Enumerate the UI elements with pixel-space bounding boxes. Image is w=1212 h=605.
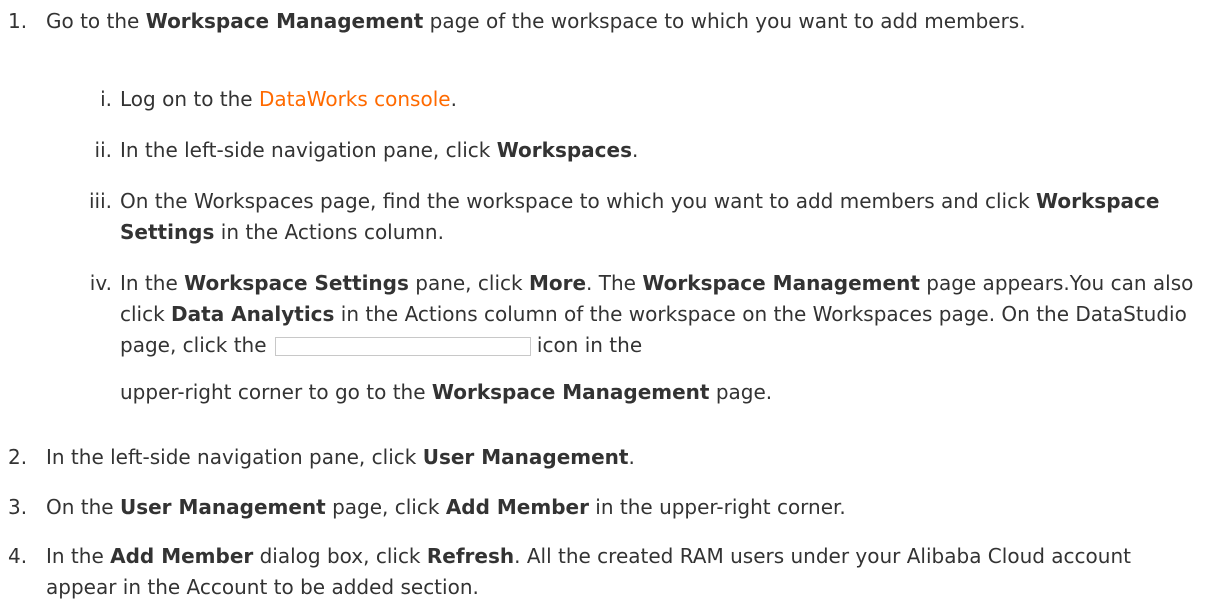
substep-ii: ii. In the left-side navigation pane, cli… (0, 135, 1212, 166)
bold-term: Workspaces (496, 138, 632, 162)
substep-text: In the left-side navigation pane, click (120, 138, 497, 162)
bold-term: Workspace Settings (184, 271, 409, 295)
substep-text: icon in the (536, 333, 643, 357)
step-text: page of the workspace to which you want … (423, 9, 1026, 33)
step-number: 3. (8, 495, 28, 519)
substep-text: page. (709, 380, 773, 404)
substep-text: . The (586, 271, 643, 295)
substep-text: in the Actions column. (214, 220, 444, 244)
settings-icon-placeholder (274, 337, 531, 356)
bold-term: Workspace Management (642, 271, 920, 295)
step-text: In the (46, 544, 111, 568)
step-text: In the left-side navigation pane, click (46, 445, 423, 469)
bold-term: More (528, 271, 587, 295)
bold-term: Add Member (110, 544, 254, 568)
bold-term: Refresh (426, 544, 515, 568)
substep-text: On the Workspaces page, find the workspa… (120, 189, 1037, 213)
substep-number: ii. (94, 138, 112, 162)
bold-term: Add Member (445, 495, 589, 519)
step-4: 4. In the Add Member dialog box, click Re… (0, 541, 1166, 603)
bold-term: Workspace Management (145, 9, 424, 33)
substep-number: iv. (89, 271, 112, 295)
step-text: in the upper-right corner. (588, 495, 846, 519)
step-text: Go to the (46, 9, 146, 33)
bold-term: Data Analytics (171, 302, 335, 326)
substep-number: iii. (88, 189, 112, 213)
substep-text: In the (120, 271, 185, 295)
substep-text: . (450, 87, 457, 111)
step-text: dialog box, click (253, 544, 427, 568)
substep-iv: iv. In the Workspace Settings pane, clic… (0, 268, 1212, 408)
substep-number: i. (100, 87, 112, 111)
step-text: . (628, 445, 635, 469)
bold-term: Workspace Management (431, 380, 710, 404)
substep-text: pane, click (408, 271, 529, 295)
substep-text: upper-right corner to go to the (120, 380, 432, 404)
step-number: 1. (8, 9, 28, 33)
step-number: 2. (8, 445, 28, 469)
step-3: 3. On the User Management page, click Add… (0, 492, 1196, 523)
bold-term: User Management (422, 445, 629, 469)
step-1: 1. Go to the Workspace Management page of… (0, 6, 1196, 37)
step-text: page, click (325, 495, 446, 519)
dataworks-console-link[interactable]: DataWorks console (259, 87, 451, 111)
step-text: On the (46, 495, 120, 519)
step-number: 4. (8, 544, 28, 568)
substep-i: i. Log on to the DataWorks console. (0, 84, 1212, 115)
substep-text: Log on to the (120, 87, 259, 111)
substep-text: . (632, 138, 639, 162)
substep-iii: iii. On the Workspaces page, find the wor… (0, 186, 1212, 248)
step-2: 2. In the left-side navigation pane, clic… (0, 442, 1196, 473)
bold-term: User Management (119, 495, 326, 519)
